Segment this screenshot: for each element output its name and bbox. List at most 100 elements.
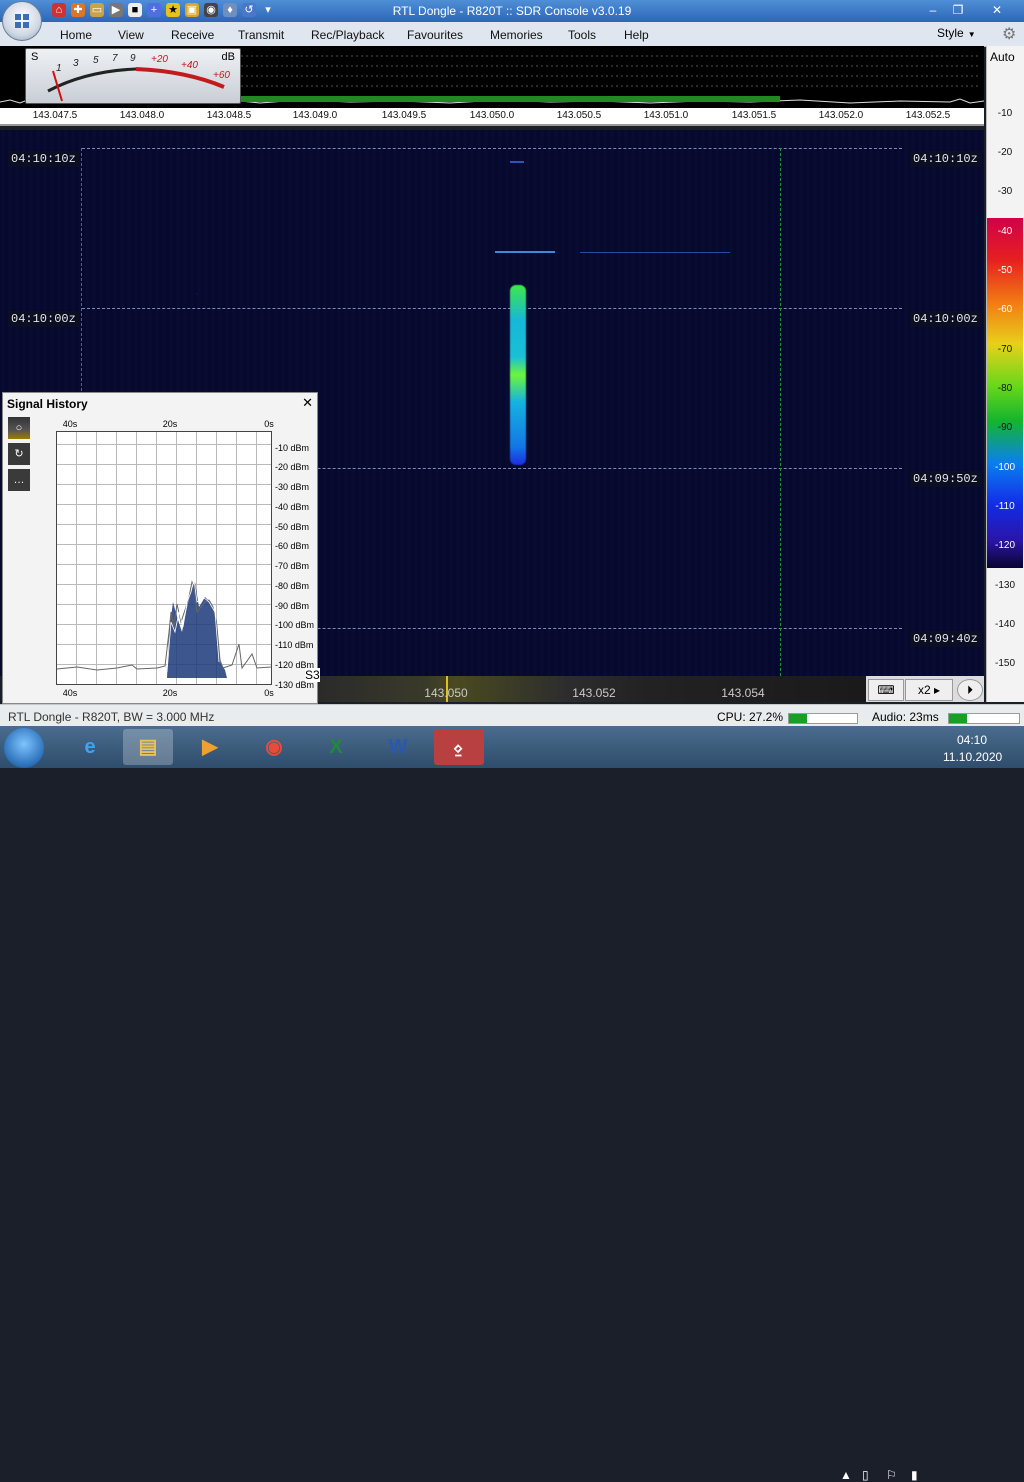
tab-transmit[interactable]: Transmit xyxy=(238,28,284,42)
ribbon: Home View Receive Transmit Rec/Playback … xyxy=(0,22,1024,47)
window-title: RTL Dongle - R820T :: SDR Console v3.0.1… xyxy=(392,4,632,18)
history-x-label: 0s xyxy=(264,688,274,698)
more-button[interactable]: … xyxy=(8,469,30,491)
history-y-label: -130 dBm xyxy=(275,680,315,690)
history-y-label: -20 dBm xyxy=(275,462,310,472)
history-x-label: 40s xyxy=(62,419,78,429)
tab-help[interactable]: Help xyxy=(624,28,649,42)
db-scale-label: -30 xyxy=(997,186,1013,197)
audio-meter-fill xyxy=(949,714,967,723)
auto-button[interactable]: Auto xyxy=(990,50,1015,64)
more-icon: … xyxy=(13,474,25,486)
signal-history-panel: Signal History ✕ ○ ↻ … 40s 20s 0s S3 -10… xyxy=(2,392,320,704)
audio-label: Audio: 23ms xyxy=(872,710,939,724)
start-button[interactable] xyxy=(4,728,44,768)
minimize-icon[interactable]: – xyxy=(922,2,944,19)
db-scale-label: -100 xyxy=(994,462,1015,473)
network-icon[interactable]: ⚐ xyxy=(886,1468,897,1482)
word-icon[interactable]: W xyxy=(373,729,423,765)
db-scale-label: -60 xyxy=(997,304,1013,315)
time-label: 04:09:50z xyxy=(910,471,981,487)
refresh-icon: ↻ xyxy=(14,448,24,460)
panel-title: Signal History xyxy=(7,397,88,411)
tab-tools[interactable]: Tools xyxy=(568,28,596,42)
circle-icon: ○ xyxy=(15,422,23,434)
db-scale-label: -80 xyxy=(997,383,1013,394)
db-scale-label: -70 xyxy=(997,344,1013,355)
time-gridline xyxy=(82,148,902,149)
history-x-label: 0s xyxy=(264,419,274,429)
title-bar: ⌂ ✚ ▭ ▶ ■ + ★ ▣ ◉ ♦ ↺ ▾ RTL Dongle - R82… xyxy=(0,0,1024,22)
signal-strength-icon[interactable]: ▮ xyxy=(911,1468,918,1482)
s-meter: S dB 1 3 5 7 9 +20 +40 +60 xyxy=(25,48,241,104)
cpu-meter-fill xyxy=(789,714,808,723)
tab-rec-playback[interactable]: Rec/Playback xyxy=(311,28,384,42)
history-y-label: -60 dBm xyxy=(275,541,310,551)
freq-tick: 143.051.0 xyxy=(643,110,689,121)
band-freq-label: 143.050 xyxy=(424,686,468,700)
taskbar: e ▤ ▶ ◉ X W ⍚ ▲ ▯ ⚐ ▮ xyxy=(0,726,1024,1482)
history-y-label: -30 dBm xyxy=(275,482,310,492)
app-menu-icon xyxy=(15,14,29,28)
device-status: RTL Dongle - R820T, BW = 3.000 MHz xyxy=(8,710,215,724)
close-icon[interactable]: ✕ xyxy=(302,395,313,411)
db-scale-label: -130 xyxy=(994,580,1015,591)
keyboard-button[interactable]: ⌨ xyxy=(868,679,904,701)
s-meter-arc xyxy=(47,67,225,102)
history-trace xyxy=(57,579,271,678)
close-icon[interactable]: ✕ xyxy=(975,2,1019,19)
keyboard-icon: ⌨ xyxy=(877,683,895,697)
show-hidden-icons[interactable]: ▲ xyxy=(840,1468,852,1482)
media-player-icon[interactable]: ▶ xyxy=(185,729,235,765)
band-freq-label: 143.052 xyxy=(572,686,616,700)
carrier-trace xyxy=(580,252,730,253)
time-label: 04:10:00z xyxy=(910,311,981,327)
tab-view[interactable]: View xyxy=(118,28,144,42)
db-scale-label: -40 xyxy=(997,226,1013,237)
signal-burst xyxy=(510,285,526,465)
history-y-label: -70 dBm xyxy=(275,561,310,571)
zoom-value: x2 xyxy=(917,683,931,697)
file-explorer-icon[interactable]: ▤ xyxy=(123,729,173,765)
time-gridline xyxy=(82,308,902,309)
audio-meter xyxy=(948,713,1020,724)
carrier-trace xyxy=(495,251,555,253)
internet-explorer-icon[interactable]: e xyxy=(65,729,115,765)
bandwidth-bar xyxy=(241,96,780,102)
db-scale-label: -10 xyxy=(997,108,1013,119)
gear-icon[interactable]: ⚙ xyxy=(1002,24,1016,44)
clock-date[interactable]: 11.10.2020 xyxy=(943,750,1002,764)
frequency-axis[interactable]: 143.047.5 143.048.0 143.048.5 143.049.0 … xyxy=(0,108,984,126)
signal-history-graph: S3 xyxy=(56,431,320,685)
history-y-label: -40 dBm xyxy=(275,502,310,512)
application-menu-button[interactable] xyxy=(2,1,42,41)
freq-tick: 143.048.0 xyxy=(119,110,165,121)
time-label: 04:10:10z xyxy=(8,151,79,167)
play-small-icon: ▸ xyxy=(934,683,941,697)
tab-memories[interactable]: Memories xyxy=(490,28,543,42)
chrome-icon[interactable]: ◉ xyxy=(249,729,299,765)
zoom-button[interactable]: x2 ▸ xyxy=(905,679,953,701)
history-y-label: -80 dBm xyxy=(275,581,310,591)
cpu-label: CPU: 27.2% xyxy=(717,710,784,724)
db-scale-label: -50 xyxy=(997,265,1013,276)
history-x-label: 40s xyxy=(62,688,78,698)
record-button[interactable]: ○ xyxy=(8,417,30,439)
filter-edge-right[interactable] xyxy=(780,148,781,676)
restore-icon[interactable]: ❐ xyxy=(947,2,969,19)
device-icon[interactable]: ▯ xyxy=(862,1468,869,1482)
tab-home[interactable]: Home xyxy=(60,28,92,42)
freq-tick: 143.049.5 xyxy=(381,110,427,121)
tab-favourites[interactable]: Favourites xyxy=(407,28,463,42)
excel-icon[interactable]: X xyxy=(311,729,361,765)
reset-button[interactable]: ↻ xyxy=(8,443,30,465)
style-menu[interactable]: Style ▼ xyxy=(937,26,976,40)
clock-time[interactable]: 04:10 xyxy=(957,733,987,747)
time-label: 04:10:10z xyxy=(910,151,981,167)
tab-receive[interactable]: Receive xyxy=(171,28,214,42)
freq-tick: 143.051.5 xyxy=(731,110,777,121)
freq-tick: 143.052.0 xyxy=(818,110,864,121)
sdr-console-icon[interactable]: ⍚ xyxy=(434,729,484,765)
skip-button[interactable]: ⏵ xyxy=(957,679,983,701)
db-scale-label: -150 xyxy=(994,658,1015,669)
